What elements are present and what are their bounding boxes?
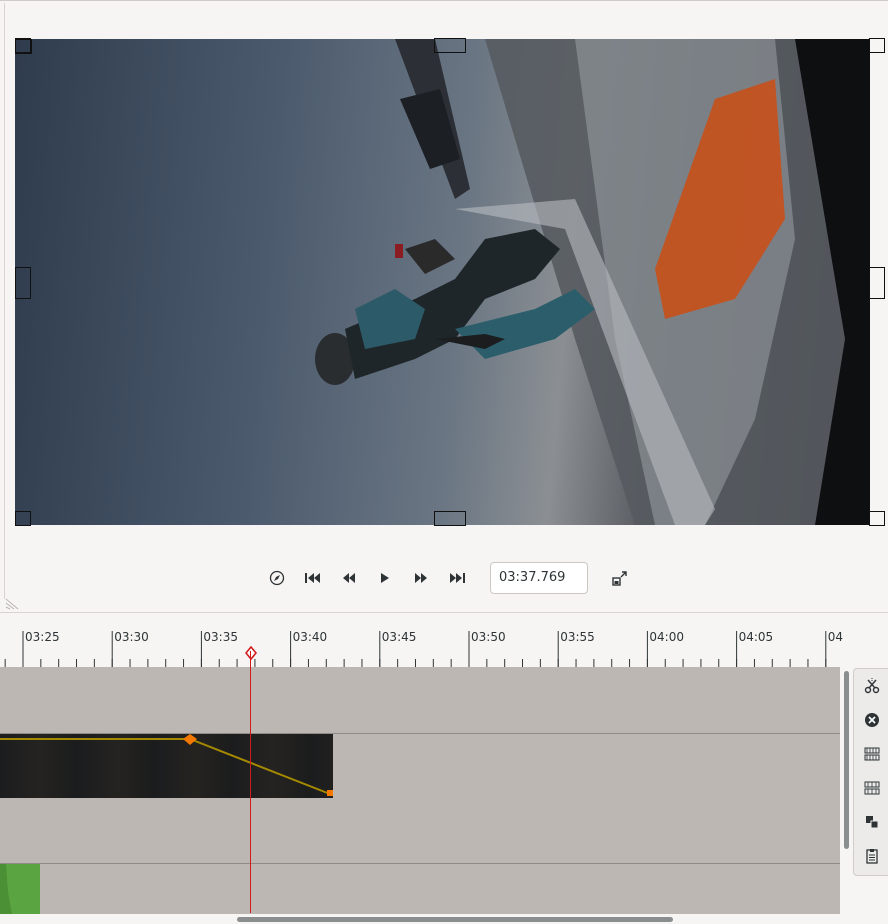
horizontal-scrollbar[interactable] xyxy=(0,914,840,924)
ruler-tick-label: 03:35 xyxy=(203,630,238,644)
ruler-tick-label: 04:00 xyxy=(649,630,684,644)
playhead-marker-icon[interactable] xyxy=(244,645,258,664)
ruler-tick-label: 03:30 xyxy=(114,630,149,644)
pitivi-window: 03:37.769 03:25 03:30 03:35 03:40 03:45 03:50… xyxy=(0,0,888,924)
undock-icon[interactable] xyxy=(607,566,633,590)
timecode-field[interactable]: 03:37.769 xyxy=(490,562,588,594)
resize-handle-bottom-left[interactable] xyxy=(15,511,31,526)
time-ruler[interactable]: 03:25 03:30 03:35 03:40 03:45 03:50 03:55 04:00… xyxy=(0,613,844,667)
skip-end-icon[interactable] xyxy=(444,566,470,590)
timeline-panel: 03:25 03:30 03:35 03:40 03:45 03:50 03:55 04:00… xyxy=(0,612,888,924)
delete-icon[interactable] xyxy=(859,707,885,733)
scissors-icon[interactable] xyxy=(859,673,885,699)
ruler-tick-label: 04 xyxy=(827,630,844,644)
vertical-scrollbar-thumb[interactable] xyxy=(844,671,849,849)
skip-start-icon[interactable] xyxy=(300,566,326,590)
ruler-tick-label: 03:25 xyxy=(25,630,60,644)
ungroup-icon[interactable] xyxy=(859,741,885,767)
keyframe-curve xyxy=(0,734,333,796)
resize-handle-top-right[interactable] xyxy=(869,38,885,53)
video-preview[interactable] xyxy=(15,39,870,525)
ruler-tick-label: 03:45 xyxy=(381,630,417,644)
vertical-scrollbar[interactable] xyxy=(841,667,851,914)
playhead-line[interactable] xyxy=(250,651,251,913)
play-icon[interactable] xyxy=(372,566,398,590)
video-frame-image xyxy=(315,39,870,525)
viewer-panel: 03:37.769 xyxy=(0,0,888,612)
ruler-tick-label: 03:55 xyxy=(560,630,595,644)
resize-handle-bottom-right[interactable] xyxy=(869,511,885,526)
resize-handle-left[interactable] xyxy=(15,267,31,299)
transport-bar: 03:37.769 xyxy=(262,562,642,594)
video-clip[interactable] xyxy=(0,734,333,798)
pane-resize-grip[interactable] xyxy=(4,595,22,611)
timeline-toolbar xyxy=(853,668,888,876)
ruler-tick-label: 03:40 xyxy=(292,630,328,644)
group-icon[interactable] xyxy=(859,775,885,801)
tracks-area[interactable] xyxy=(0,667,840,914)
paste-icon[interactable] xyxy=(859,843,885,869)
resize-handle-top-left[interactable] xyxy=(15,38,31,53)
fast-forward-icon[interactable] xyxy=(408,566,434,590)
ruler-tick-label: 04:05 xyxy=(738,630,774,644)
ruler-tick-label: 03:50 xyxy=(471,630,506,644)
resize-handle-top[interactable] xyxy=(434,38,466,53)
viewer-left-border xyxy=(4,3,5,599)
rewind-icon[interactable] xyxy=(336,566,362,590)
track-separator xyxy=(0,863,840,864)
resize-handle-bottom[interactable] xyxy=(434,511,466,526)
compass-icon[interactable] xyxy=(264,566,290,590)
align-icon[interactable] xyxy=(859,809,885,835)
horizontal-scrollbar-thumb[interactable] xyxy=(237,917,673,922)
audio-clip[interactable] xyxy=(0,864,40,914)
keyframe-icon xyxy=(183,734,197,745)
resize-handle-right[interactable] xyxy=(869,267,885,299)
